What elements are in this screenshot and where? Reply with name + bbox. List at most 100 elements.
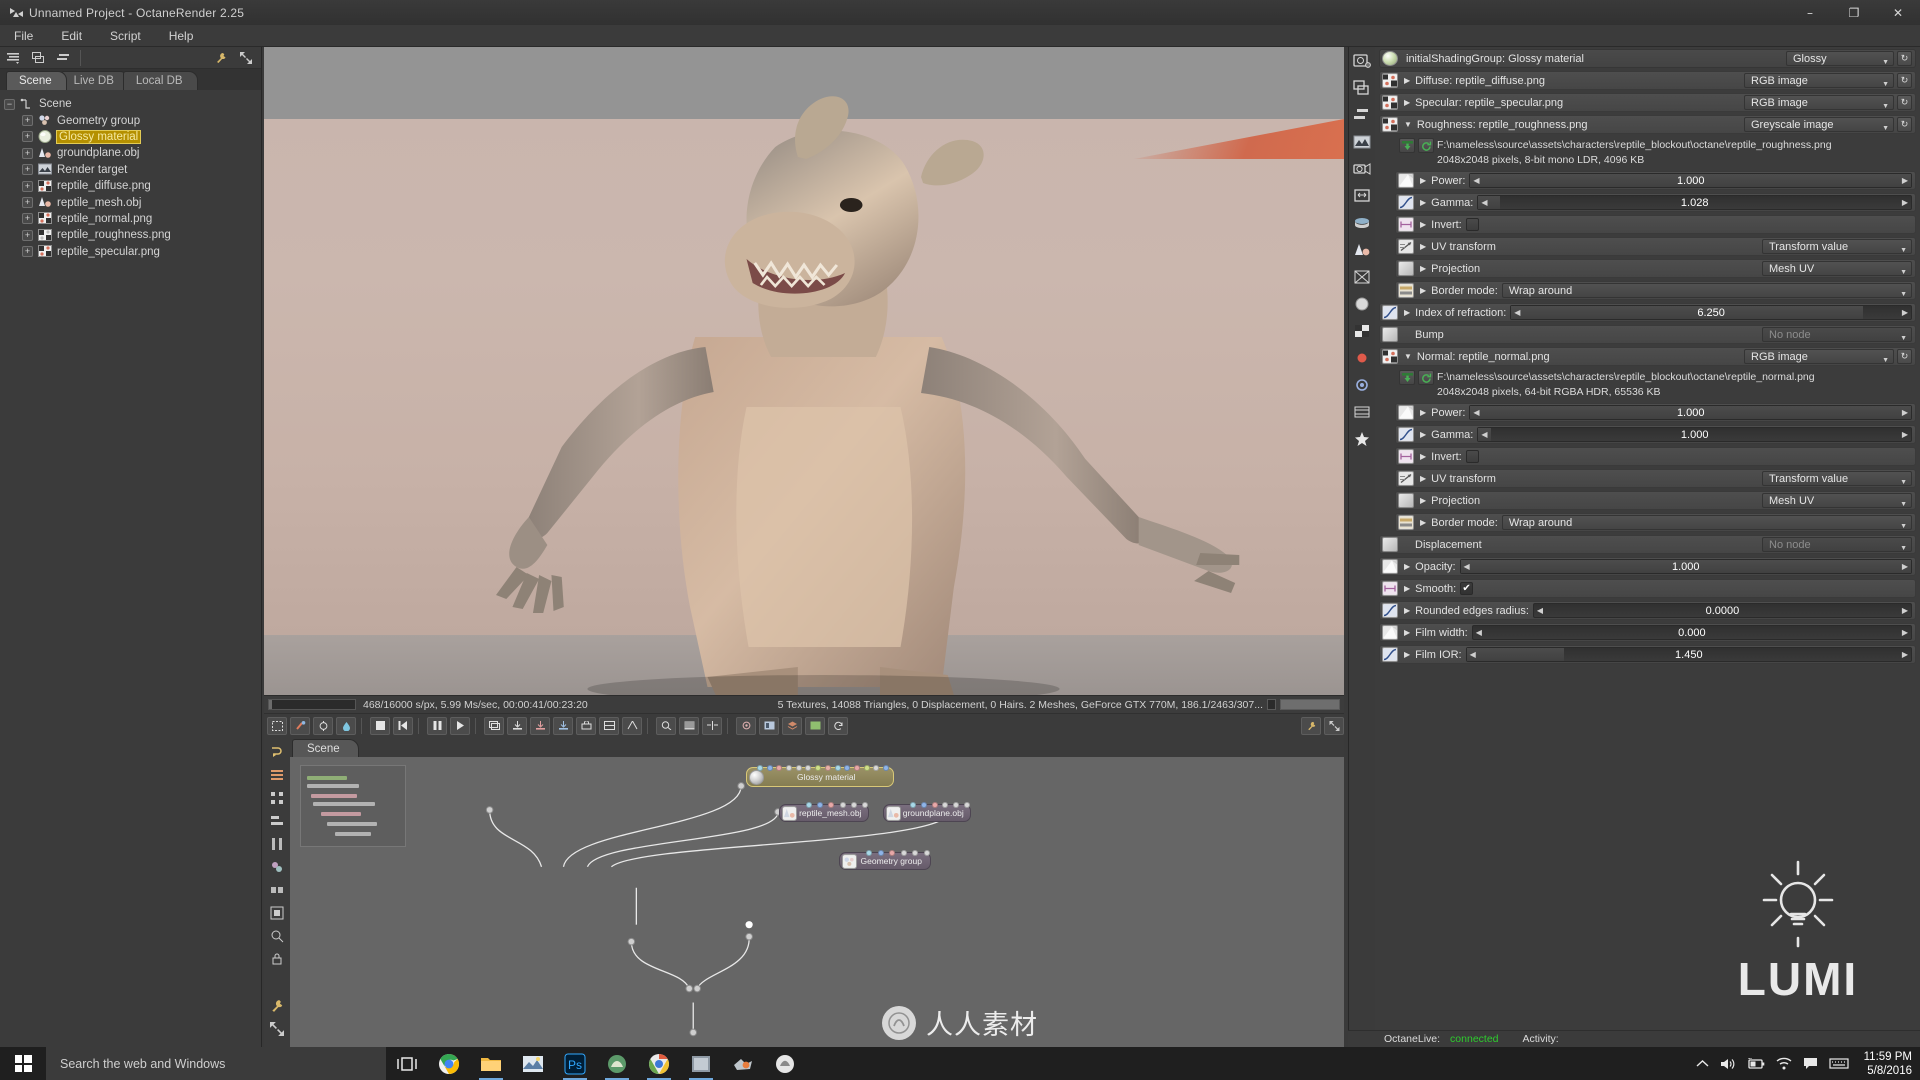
tree-expander[interactable]: + bbox=[22, 197, 33, 209]
node-port[interactable] bbox=[776, 765, 783, 771]
property-row[interactable]: ▶ Border mode: Wrap around ▼ bbox=[1395, 513, 1916, 532]
alpha-icon[interactable] bbox=[622, 716, 642, 735]
save-layers-icon[interactable] bbox=[553, 716, 573, 735]
slider-decrement-icon[interactable]: ◀ bbox=[1481, 430, 1487, 439]
chevron-right-icon[interactable]: ▶ bbox=[1420, 430, 1426, 439]
save-image-as-icon[interactable] bbox=[530, 716, 550, 735]
refresh-icon[interactable]: ↻ bbox=[1897, 51, 1912, 66]
tree-item-groundplane[interactable]: + groundplane.obj bbox=[0, 145, 261, 161]
refresh-icon[interactable]: ↻ bbox=[1897, 73, 1912, 88]
property-row[interactable]: ▶ Power: ◀ 1.000 ▶ bbox=[1395, 403, 1916, 422]
taskbar-clock[interactable]: 11:59 PM 5/8/2016 bbox=[1860, 1050, 1912, 1078]
tree-item-reptile-diffuse[interactable]: + reptile_diffuse.png bbox=[0, 178, 261, 194]
tab-scene[interactable]: Scene bbox=[6, 71, 67, 90]
checkbox-invert-[interactable] bbox=[1465, 450, 1479, 463]
chevron-right-icon[interactable]: ▶ bbox=[1420, 452, 1426, 461]
slider-decrement-icon[interactable]: ◀ bbox=[1476, 628, 1482, 637]
slider-increment-icon[interactable]: ▶ bbox=[1902, 628, 1908, 637]
combo-border-mode-[interactable]: Wrap around ▼ bbox=[1501, 283, 1912, 298]
wifi-icon[interactable] bbox=[1776, 1057, 1792, 1070]
chevron-right-icon[interactable]: ▶ bbox=[1404, 308, 1410, 317]
node-reptile-mesh[interactable]: reptile_mesh.obj bbox=[779, 802, 869, 822]
image-icon[interactable] bbox=[1351, 131, 1373, 153]
node-port[interactable] bbox=[883, 765, 889, 771]
node-geometry-group[interactable]: Geometry group bbox=[839, 850, 931, 870]
node-port[interactable] bbox=[806, 802, 812, 808]
menu-script[interactable]: Script bbox=[96, 25, 155, 47]
combo-image-type[interactable]: Greyscale image ▼ bbox=[1744, 117, 1894, 132]
chevron-right-icon[interactable]: ▶ bbox=[1404, 606, 1410, 615]
chevron-up-icon[interactable] bbox=[1696, 1059, 1709, 1068]
render-viewport[interactable] bbox=[264, 47, 1344, 695]
environment-icon[interactable] bbox=[1351, 212, 1373, 234]
node-port[interactable] bbox=[863, 765, 870, 771]
property-row[interactable]: ▼ Roughness: reptile_roughness.png Greysca… bbox=[1379, 115, 1916, 134]
align-icon[interactable] bbox=[267, 811, 287, 831]
photoshop-icon[interactable]: Ps bbox=[554, 1047, 596, 1080]
slider-increment-icon[interactable]: ▶ bbox=[1902, 562, 1908, 571]
slider-power-[interactable]: ◀ 1.000 ▶ bbox=[1469, 405, 1912, 420]
node-port[interactable] bbox=[815, 765, 822, 771]
slider-decrement-icon[interactable]: ◀ bbox=[1473, 408, 1479, 417]
combo-bump[interactable]: No node ▼ bbox=[1762, 327, 1912, 342]
lock-resolution-icon[interactable] bbox=[576, 716, 596, 735]
ungroup-icon[interactable] bbox=[267, 880, 287, 900]
slider-opacity-[interactable]: ◀ 1.000 ▶ bbox=[1459, 559, 1912, 574]
property-row[interactable]: ▶ Gamma: ◀ 1.000 ▶ bbox=[1395, 425, 1916, 444]
wrench-icon[interactable] bbox=[267, 996, 287, 1016]
slider-decrement-icon[interactable]: ◀ bbox=[1464, 562, 1470, 571]
menu-file[interactable]: File bbox=[0, 25, 47, 47]
resolution-icon[interactable] bbox=[1351, 185, 1373, 207]
start-button[interactable] bbox=[0, 1047, 46, 1080]
property-row[interactable]: ▶ Opacity: ◀ 1.000 ▶ bbox=[1379, 557, 1916, 576]
volume-icon[interactable] bbox=[1720, 1057, 1736, 1071]
tree-expander[interactable]: + bbox=[22, 213, 33, 225]
restart-icon[interactable] bbox=[393, 716, 413, 735]
combo-uv-transform[interactable]: Transform value ▼ bbox=[1762, 239, 1912, 254]
combo-image-type[interactable]: RGB image ▼ bbox=[1744, 95, 1894, 110]
slider-decrement-icon[interactable]: ◀ bbox=[1470, 650, 1476, 659]
combo-image-type[interactable]: RGB image ▼ bbox=[1744, 349, 1894, 364]
slider-gamma-[interactable]: ◀ 1.000 ▶ bbox=[1477, 427, 1912, 442]
combo-image-type[interactable]: RGB image ▼ bbox=[1744, 73, 1894, 88]
node-port[interactable] bbox=[844, 765, 851, 771]
keyboard-icon[interactable] bbox=[1829, 1057, 1849, 1070]
tree-expander[interactable]: + bbox=[22, 131, 33, 143]
medium-icon[interactable] bbox=[1351, 374, 1373, 396]
node-port[interactable] bbox=[900, 850, 907, 856]
load-file-icon[interactable] bbox=[1399, 138, 1415, 153]
refresh-icon[interactable]: ↻ bbox=[1897, 349, 1912, 364]
property-row[interactable]: ▶ Smooth: ✔ bbox=[1379, 579, 1916, 598]
chevron-right-icon[interactable]: ▶ bbox=[1404, 98, 1410, 107]
chevron-right-icon[interactable]: ▶ bbox=[1420, 220, 1426, 229]
camera-icon[interactable] bbox=[1351, 158, 1373, 180]
tab-local-db[interactable]: Local DB bbox=[122, 71, 198, 90]
action-center-icon[interactable] bbox=[1803, 1057, 1818, 1070]
chevron-right-icon[interactable]: ▶ bbox=[1420, 408, 1426, 417]
property-row[interactable]: ▶ Invert: bbox=[1395, 215, 1916, 234]
node-port[interactable] bbox=[877, 850, 884, 856]
node-glossy-material[interactable]: Glossy material bbox=[746, 765, 894, 787]
chrome-icon[interactable] bbox=[428, 1047, 470, 1080]
tab-live-db[interactable]: Live DB bbox=[60, 71, 129, 90]
property-row[interactable]: ▶ UV transform Transform value ▼ bbox=[1395, 469, 1916, 488]
stop-icon[interactable] bbox=[370, 716, 390, 735]
reload-file-icon[interactable] bbox=[1418, 138, 1434, 153]
load-file-icon[interactable] bbox=[1399, 370, 1415, 385]
node-port[interactable] bbox=[839, 802, 846, 808]
combo-border-mode-[interactable]: Wrap around ▼ bbox=[1501, 515, 1912, 530]
node-port[interactable] bbox=[834, 765, 841, 771]
fullscreen-icon[interactable] bbox=[267, 1019, 287, 1039]
mesh-icon[interactable] bbox=[1351, 239, 1373, 261]
tree-item-reptile-normal[interactable]: + reptile_normal.png bbox=[0, 211, 261, 227]
settings-icon[interactable] bbox=[1351, 401, 1373, 423]
compare-icon[interactable] bbox=[702, 716, 722, 735]
aspect-icon[interactable] bbox=[599, 716, 619, 735]
chevron-down-icon[interactable]: ▼ bbox=[1404, 352, 1412, 361]
property-row[interactable]: ▶ Power: ◀ 1.000 ▶ bbox=[1395, 171, 1916, 190]
chevron-right-icon[interactable]: ▶ bbox=[1420, 176, 1426, 185]
property-row[interactable]: ▶ Gamma: ◀ 1.028 ▶ bbox=[1395, 193, 1916, 212]
slider-increment-icon[interactable]: ▶ bbox=[1902, 408, 1908, 417]
refresh-icon[interactable]: ↻ bbox=[1897, 117, 1912, 132]
slider-increment-icon[interactable]: ▶ bbox=[1902, 308, 1908, 317]
